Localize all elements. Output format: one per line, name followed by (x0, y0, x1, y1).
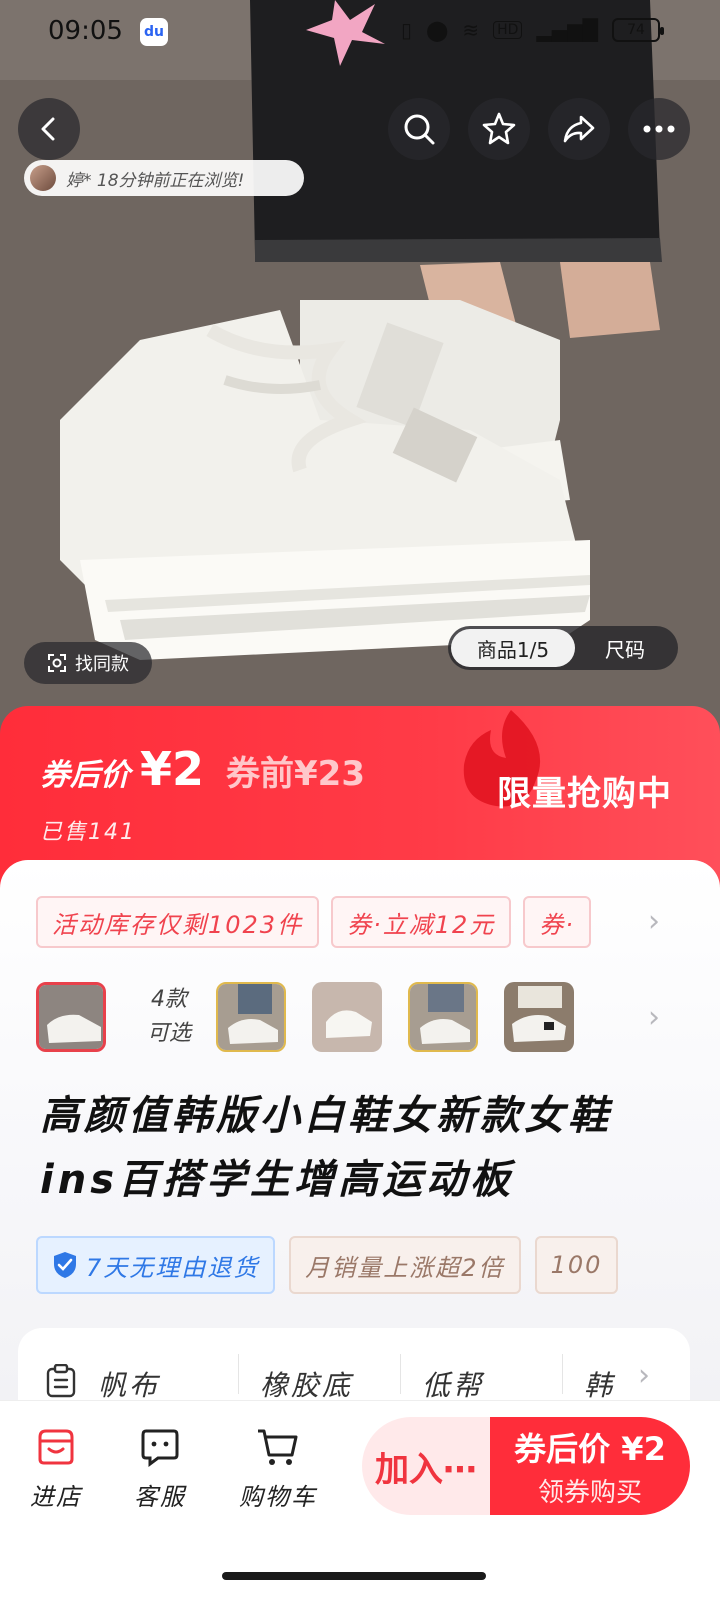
variant-count-line2: 可选 (146, 1021, 191, 1046)
tab-size-chart[interactable]: 尺码 (575, 634, 675, 663)
add-to-cart-button[interactable]: 加入⋯ (362, 1417, 490, 1515)
bottom-action-bar: 进店 客服 购物车 加入⋯ 券后价 ¥2 领券购买 (0, 1400, 720, 1600)
limited-sale-label: 限量抢购中 (497, 774, 672, 814)
wifi-icon: ≋ (462, 18, 480, 42)
tab-product-images[interactable]: 商品1/5 (451, 629, 575, 667)
variant-thumb[interactable] (216, 982, 286, 1052)
viewer-text: 婷* 18分钟前正在浏览! (66, 170, 245, 191)
product-title: 高颜值韩版小白鞋女新款女鞋ins百搭学生增高运动板 (40, 1093, 612, 1203)
service-tag[interactable]: 100 (534, 1236, 619, 1294)
star-icon (482, 112, 516, 145)
promo-tag[interactable]: 券·立减12元 (331, 896, 512, 948)
share-button[interactable] (548, 98, 610, 160)
recent-viewer-banner: 婷* 18分钟前正在浏览! (24, 160, 304, 196)
more-button[interactable] (628, 98, 690, 160)
spec-sole: 橡胶底 (260, 1369, 354, 1402)
vibrate-icon: ▯ (400, 18, 412, 42)
variant-thumb[interactable] (312, 982, 382, 1052)
promo-tags[interactable]: 活动库存仅剩1023件 券·立减12元 券· (36, 896, 636, 948)
spec-divider (400, 1354, 401, 1394)
back-button[interactable] (18, 98, 80, 160)
service-tags[interactable]: 7天无理由退货 月销量上涨超2倍 100 (36, 1236, 672, 1294)
service-tab[interactable]: 客服 (110, 1427, 210, 1512)
variant-count: 4款 可选 (132, 983, 206, 1051)
purchase-cta[interactable]: 加入⋯ 券后价 ¥2 领券购买 (362, 1417, 690, 1515)
search-button[interactable] (388, 98, 450, 160)
buy-action-label: 领券购买 (537, 1477, 642, 1508)
chat-icon (141, 1429, 179, 1467)
variant-thumb[interactable] (504, 982, 574, 1052)
status-icons: ▯ ⬤ ≋ HD ▂▄▆█ 74 (400, 18, 664, 42)
service-tag-return[interactable]: 7天无理由退货 (36, 1236, 276, 1294)
find-similar-button[interactable]: 找同款 (24, 642, 152, 684)
product-info: 活动库存仅剩1023件 券·立减12元 券· › 4款 可选 › 高颜值韩版小白… (0, 860, 720, 1438)
store-icon (38, 1429, 74, 1465)
location-icon: ⬤ (426, 18, 449, 42)
promo-tag[interactable]: 活动库存仅剩1023件 (36, 896, 320, 948)
favorite-button[interactable] (468, 98, 530, 160)
cart-tab[interactable]: 购物车 (228, 1427, 328, 1512)
spec-height: 低帮 (422, 1369, 485, 1402)
service-tab-label: 客服 (134, 1483, 186, 1511)
spec-material: 帆布 (98, 1369, 161, 1402)
share-icon (563, 115, 595, 143)
status-time: 09:05 (48, 16, 123, 46)
scan-icon (48, 654, 66, 672)
price-row: 券后价 ¥2 券前¥23 (40, 742, 365, 796)
chevron-right-icon[interactable]: › (648, 1000, 660, 1035)
cart-tab-label: 购物车 (239, 1483, 317, 1511)
coupon-price-label: 券后价 (40, 758, 130, 793)
status-bar: 09:05 du ▯ ⬤ ≋ HD ▂▄▆█ 74 (0, 0, 720, 64)
clipboard-icon (46, 1364, 76, 1398)
variant-thumb-selected[interactable] (36, 982, 106, 1052)
home-indicator[interactable] (222, 1572, 486, 1580)
variant-selector[interactable]: 4款 可选 (36, 982, 600, 1052)
store-tab[interactable]: 进店 (6, 1427, 106, 1512)
viewer-avatar (30, 165, 56, 191)
find-similar-label: 找同款 (75, 654, 129, 675)
chevron-right-icon[interactable]: › (638, 1358, 650, 1393)
signal-icon: ▂▄▆█ (536, 18, 598, 42)
battery-icon: 74 (612, 18, 664, 42)
search-icon (404, 114, 435, 145)
coupon-price-value: ¥2 (140, 742, 205, 796)
promo-tag[interactable]: 券· (523, 896, 591, 948)
buy-price-label: 券后价 ¥2 (514, 1429, 666, 1468)
original-price: 券前¥23 (226, 754, 365, 794)
service-tag-sales[interactable]: 月销量上涨超2倍 (289, 1236, 521, 1294)
cart-icon (258, 1429, 298, 1465)
more-icon (643, 125, 675, 133)
buy-with-coupon-button[interactable]: 券后价 ¥2 领券购买 (490, 1417, 690, 1515)
chevron-right-icon[interactable]: › (648, 904, 660, 939)
store-tab-label: 进店 (30, 1483, 82, 1511)
variant-thumb[interactable] (408, 982, 478, 1052)
spec-style: 韩 (584, 1369, 616, 1402)
sold-count: 已售141 (40, 820, 136, 845)
spec-divider (562, 1354, 563, 1394)
hd-icon: HD (493, 21, 523, 39)
back-icon (41, 117, 55, 141)
spec-divider (238, 1354, 239, 1394)
image-size-toggle[interactable]: 商品1/5 尺码 (448, 626, 678, 670)
app-notification-icon: du (140, 18, 168, 46)
shield-check-icon (54, 1252, 76, 1278)
variant-count-line1: 4款 (151, 987, 187, 1012)
service-tag-label: 7天无理由退货 (86, 1253, 260, 1282)
